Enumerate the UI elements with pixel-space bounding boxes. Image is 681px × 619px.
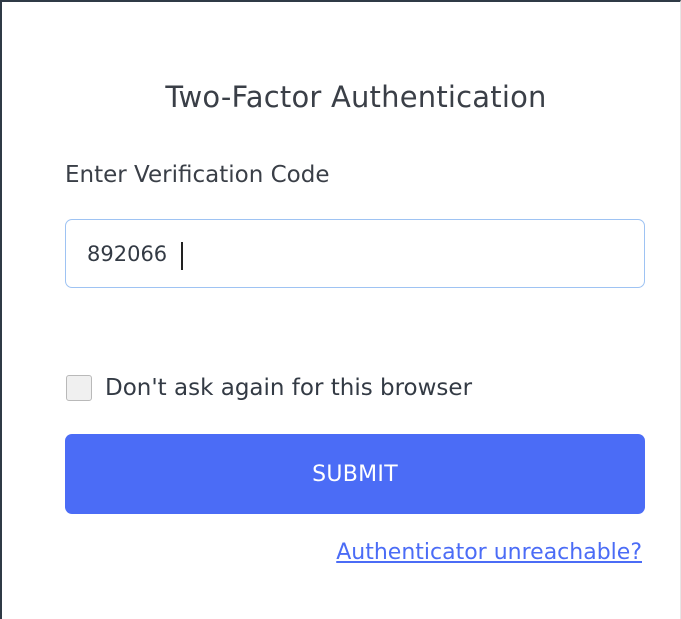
- remember-browser-label[interactable]: Don't ask again for this browser: [105, 375, 472, 401]
- two-factor-dialog: Two-Factor Authentication Enter Verifica…: [0, 0, 681, 619]
- verification-code-input[interactable]: [65, 219, 645, 288]
- text-caret: [181, 242, 183, 270]
- submit-button[interactable]: SUBMIT: [65, 434, 645, 514]
- verification-code-label: Enter Verification Code: [65, 162, 330, 188]
- dialog-title: Two-Factor Authentication: [165, 80, 547, 114]
- checkbox-unchecked-icon[interactable]: [66, 375, 92, 401]
- authenticator-unreachable-link[interactable]: Authenticator unreachable?: [336, 540, 642, 565]
- remember-browser-option[interactable]: Don't ask again for this browser: [66, 372, 472, 404]
